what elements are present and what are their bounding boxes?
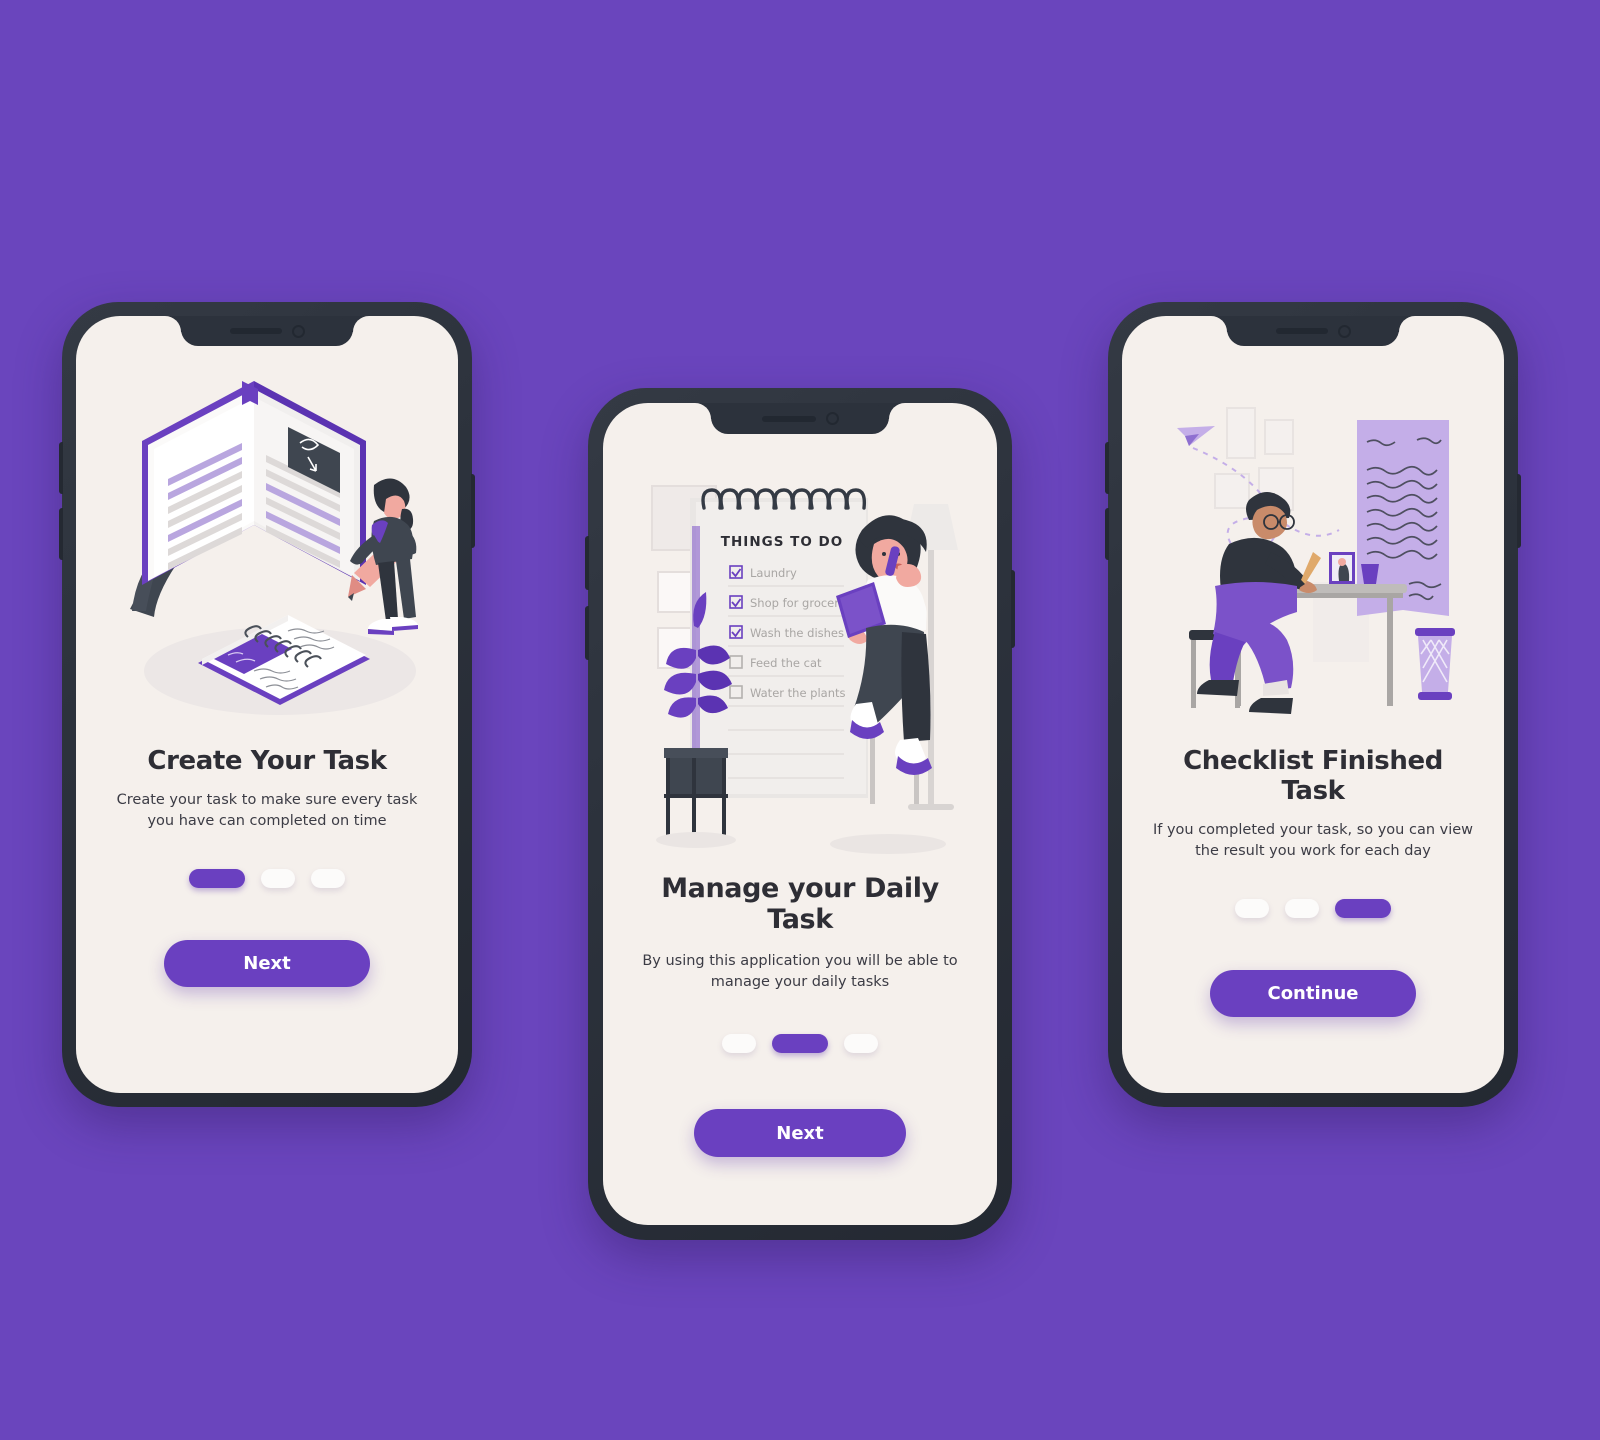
volume-down-button[interactable] [59, 508, 63, 560]
volume-down-button[interactable] [585, 606, 589, 660]
volume-down-button[interactable] [1105, 508, 1109, 560]
text-block: Create Your Task Create your task to mak… [76, 746, 458, 831]
phone-screen: Checklist Finished Task If you completed… [1122, 316, 1504, 1093]
svg-text:THINGS TO DO: THINGS TO DO [721, 534, 843, 550]
volume-up-button[interactable] [1105, 442, 1109, 494]
phone-mockup-manage-daily-task: THINGS TO DO Laundry Shop for groceries [585, 388, 1015, 1240]
next-button[interactable]: Next [694, 1109, 906, 1158]
page-subtitle: By using this application you will be ab… [642, 953, 958, 990]
pagination-dots[interactable] [1122, 899, 1504, 919]
page-title: Checklist Finished Task [1183, 746, 1443, 806]
page-subtitle: If you completed your task, so you can v… [1152, 822, 1474, 859]
illustration-todo-checklist: THINGS TO DO Laundry Shop for groceries [603, 403, 997, 873]
earpiece-speaker-icon [229, 328, 282, 334]
front-camera-icon [291, 324, 305, 338]
pagination-dot-3[interactable] [1335, 899, 1391, 919]
phone-notch [181, 316, 353, 346]
text-block: Manage your Daily Task By using this app… [603, 873, 997, 992]
illustration-finished-task [1122, 316, 1504, 746]
pagination-dots[interactable] [603, 1034, 997, 1054]
page-title: Create Your Task [147, 746, 387, 776]
pagination-dot-1[interactable] [722, 1034, 756, 1054]
front-camera-icon [825, 412, 839, 425]
svg-text:Laundry: Laundry [750, 566, 797, 580]
continue-button[interactable]: Continue [1210, 970, 1416, 1018]
svg-text:Water the plants: Water the plants [750, 686, 846, 700]
page-title: Manage your Daily Task [661, 873, 939, 935]
pagination-dots[interactable] [76, 869, 458, 889]
next-button[interactable]: Next [164, 940, 370, 988]
page-subtitle: Create your task to make sure every task… [116, 792, 418, 829]
svg-text:Feed the cat: Feed the cat [750, 656, 822, 670]
phone-screen: Create Your Task Create your task to mak… [76, 316, 458, 1093]
front-camera-icon [1337, 324, 1351, 338]
pagination-dot-3[interactable] [311, 869, 345, 889]
volume-up-button[interactable] [59, 442, 63, 494]
text-block: Checklist Finished Task If you completed… [1122, 746, 1504, 861]
phone-screen: THINGS TO DO Laundry Shop for groceries [603, 403, 997, 1225]
power-button[interactable] [1517, 474, 1521, 548]
pagination-dot-1[interactable] [1235, 899, 1269, 919]
phone-notch [711, 403, 889, 434]
volume-up-button[interactable] [585, 536, 589, 590]
earpiece-speaker-icon [761, 415, 816, 422]
phone-mockup-checklist-finished: Checklist Finished Task If you completed… [1105, 302, 1521, 1107]
pagination-dot-2[interactable] [772, 1034, 828, 1054]
pagination-dot-3[interactable] [844, 1034, 878, 1054]
phone-mockup-create-task: Create Your Task Create your task to mak… [59, 302, 475, 1107]
pagination-dot-2[interactable] [1285, 899, 1319, 919]
illustration-create-task [76, 316, 458, 746]
pagination-dot-1[interactable] [189, 869, 245, 889]
earpiece-speaker-icon [1275, 328, 1328, 334]
svg-text:Wash the dishes: Wash the dishes [750, 626, 844, 640]
power-button[interactable] [471, 474, 475, 548]
pagination-dot-2[interactable] [261, 869, 295, 889]
power-button[interactable] [1011, 570, 1015, 648]
phone-notch [1227, 316, 1399, 346]
